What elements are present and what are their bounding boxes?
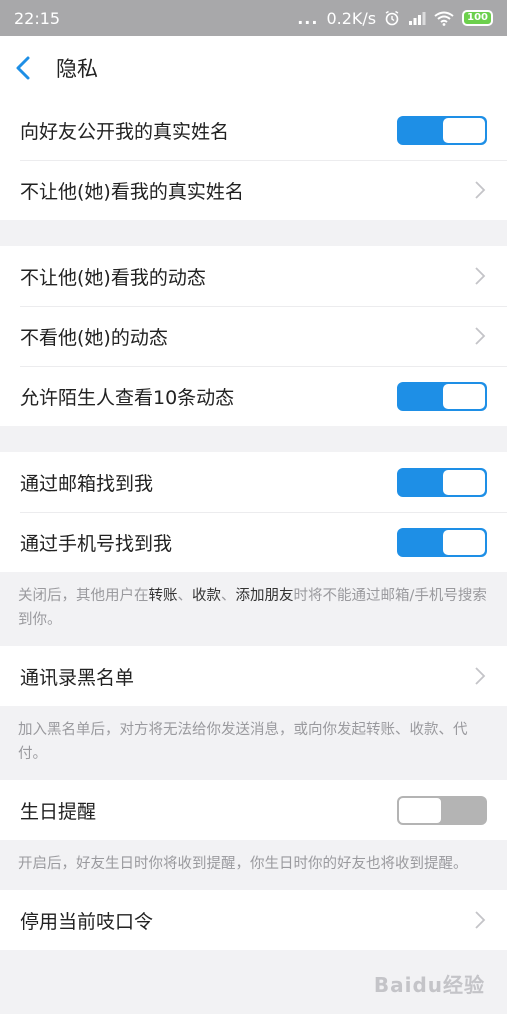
status-bar: 22:15 ... 0.2K/s 100 bbox=[0, 0, 507, 36]
note-keyword: 添加朋友 bbox=[235, 588, 294, 604]
toggle-knob bbox=[443, 117, 485, 143]
row-hide-real-name[interactable]: 不让他(她)看我的真实姓名 bbox=[0, 160, 507, 220]
toggle-find-by-email[interactable] bbox=[397, 467, 487, 497]
chevron-left-icon bbox=[16, 56, 30, 80]
row-label: 不看他(她)的动态 bbox=[20, 326, 168, 349]
chevron-right-icon bbox=[475, 267, 486, 285]
settings-group-password: 停用当前吱口令 bbox=[0, 890, 507, 950]
row-find-by-phone: 通过手机号找到我 bbox=[0, 512, 507, 572]
baidu-watermark: Baidu经验 bbox=[373, 973, 485, 997]
more-dots: ... bbox=[297, 8, 319, 28]
row-contacts-blacklist[interactable]: 通讯录黑名单 bbox=[0, 646, 507, 706]
row-label: 通过邮箱找到我 bbox=[20, 472, 154, 495]
note-keyword: 转账 bbox=[148, 588, 178, 604]
chevron-right-icon bbox=[475, 911, 486, 929]
toggle-knob bbox=[398, 796, 442, 824]
settings-group-blacklist: 通讯录黑名单 bbox=[0, 646, 507, 706]
wifi-icon bbox=[434, 11, 454, 26]
status-time: 22:15 bbox=[14, 8, 61, 28]
chevron-right-icon bbox=[475, 667, 486, 685]
row-find-by-email: 通过邮箱找到我 bbox=[0, 452, 507, 512]
toggle-birthday-reminder[interactable] bbox=[397, 795, 487, 825]
toggle-public-real-name[interactable] bbox=[397, 115, 487, 145]
row-hide-my-moments[interactable]: 不让他(她)看我的动态 bbox=[0, 246, 507, 306]
row-label: 通过手机号找到我 bbox=[20, 532, 173, 555]
row-label: 通讯录黑名单 bbox=[20, 666, 135, 689]
settings-group-find-me: 通过邮箱找到我 通过手机号找到我 bbox=[0, 452, 507, 572]
toggle-find-by-phone[interactable] bbox=[397, 527, 487, 557]
settings-group-real-name: 向好友公开我的真实姓名 不让他(她)看我的真实姓名 bbox=[0, 100, 507, 220]
page-title: 隐私 bbox=[56, 57, 98, 81]
note-blacklist: 加入黑名单后，对方将无法给你发送消息，或向你发起转账、收款、代付。 bbox=[18, 722, 468, 762]
note-text: 关闭后，其他用户在 bbox=[18, 588, 149, 604]
toggle-knob bbox=[443, 529, 485, 555]
chevron-right-icon bbox=[475, 327, 486, 345]
note-find-me: 关闭后，其他用户在转账、收款、添加朋友时将不能通过邮箱/手机号搜索到你。 bbox=[0, 572, 507, 646]
battery-icon: 100 bbox=[462, 10, 493, 26]
network-speed: 0.2K/s bbox=[326, 8, 377, 28]
settings-group-birthday: 生日提醒 bbox=[0, 780, 507, 840]
alarm-icon bbox=[385, 10, 399, 26]
note-keyword: 收款 bbox=[192, 588, 221, 604]
row-label: 停用当前吱口令 bbox=[20, 910, 154, 933]
toggle-knob bbox=[443, 383, 485, 409]
nav-header: 隐私 bbox=[0, 36, 507, 100]
row-label: 不让他(她)看我的动态 bbox=[20, 266, 206, 289]
back-button[interactable] bbox=[14, 53, 44, 83]
note-text: 、 bbox=[221, 588, 236, 604]
toggle-knob bbox=[443, 469, 485, 495]
signal-icon bbox=[409, 12, 426, 25]
status-icons: ... 0.2K/s 100 bbox=[297, 9, 493, 28]
note-birthday: 开启后，好友生日时你将收到提醒，你生日时你的好友也将收到提醒。 bbox=[18, 856, 468, 872]
row-hide-their-moments[interactable]: 不看他(她)的动态 bbox=[0, 306, 507, 366]
note-text: 、 bbox=[177, 588, 193, 604]
row-label: 向好友公开我的真实姓名 bbox=[20, 120, 230, 143]
row-public-real-name: 向好友公开我的真实姓名 bbox=[0, 100, 507, 160]
chevron-right-icon bbox=[475, 181, 486, 199]
row-birthday-reminder: 生日提醒 bbox=[0, 780, 507, 840]
row-disable-password[interactable]: 停用当前吱口令 bbox=[0, 890, 507, 950]
row-label: 不让他(她)看我的真实姓名 bbox=[20, 180, 244, 203]
toggle-stranger-moments[interactable] bbox=[397, 381, 487, 411]
row-stranger-moments: 允许陌生人查看10条动态 bbox=[0, 366, 507, 426]
row-label: 允许陌生人查看10条动态 bbox=[20, 386, 235, 409]
row-label: 生日提醒 bbox=[20, 800, 97, 823]
settings-group-moments: 不让他(她)看我的动态 不看他(她)的动态 允许陌生人查看10条动态 bbox=[0, 246, 507, 426]
